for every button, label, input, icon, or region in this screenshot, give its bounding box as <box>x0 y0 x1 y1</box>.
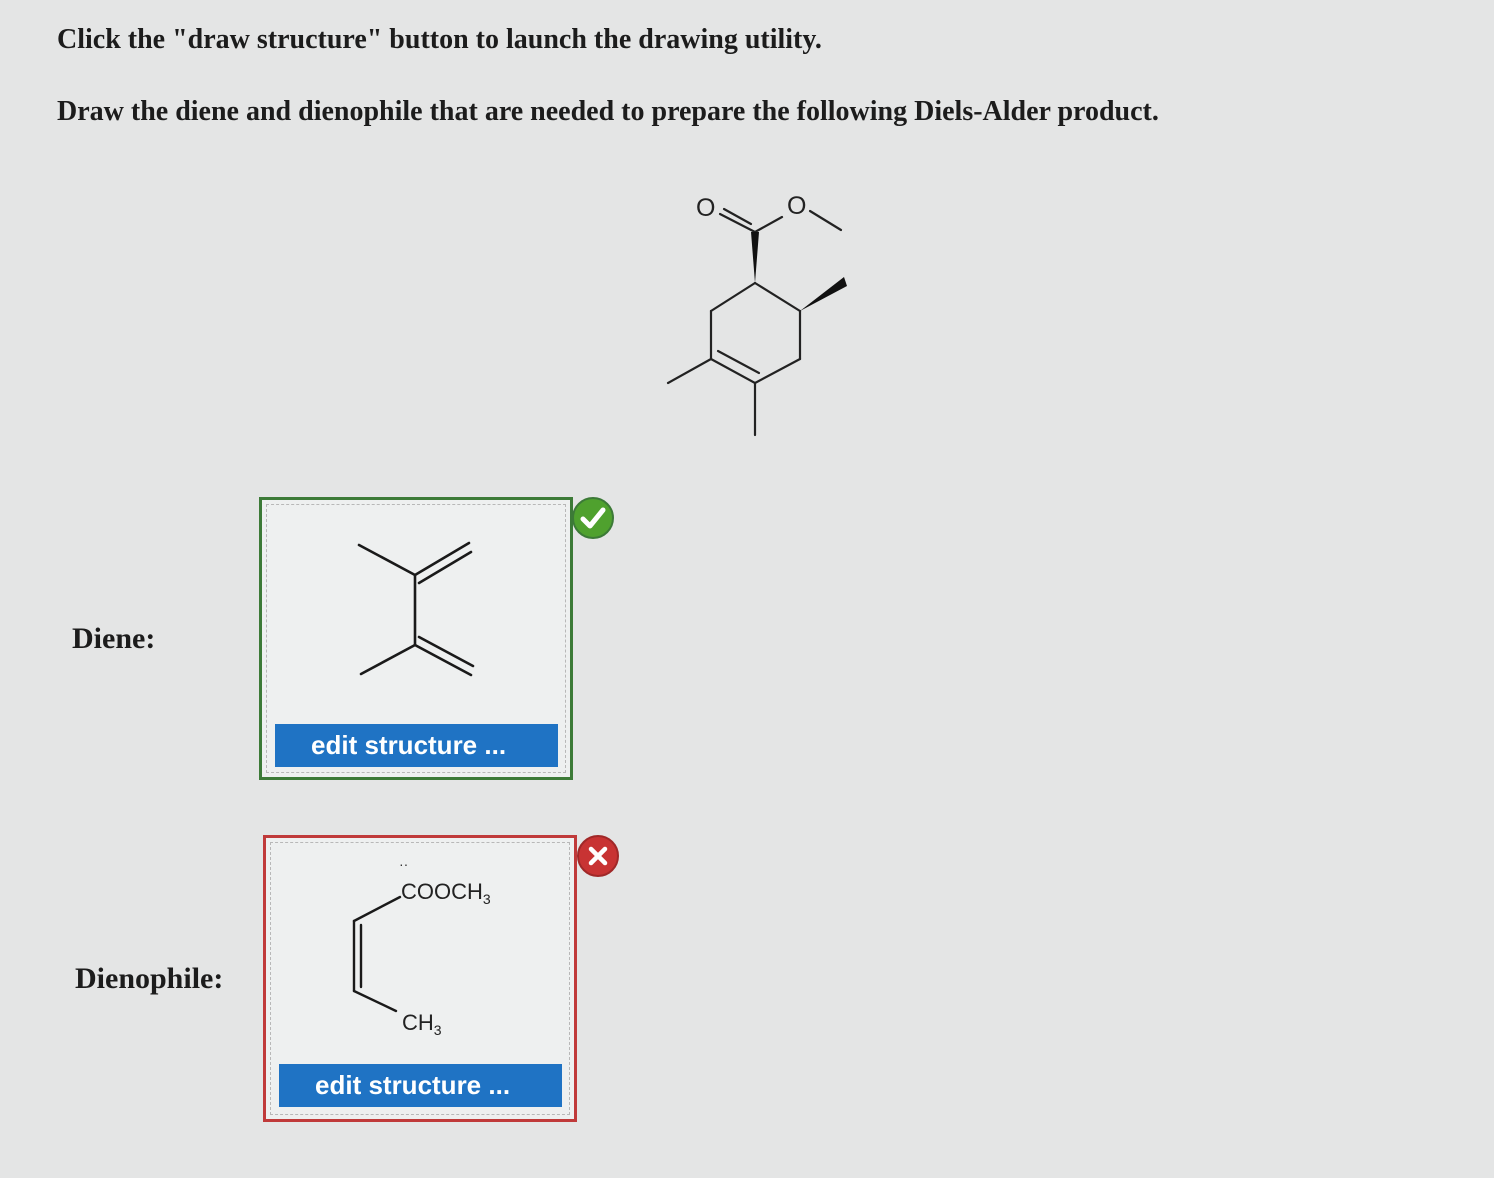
wedge-bond <box>800 277 847 311</box>
dienophile-label: Dienophile: <box>75 962 224 995</box>
methyl-bond <box>357 543 417 577</box>
ester-group-label: COOCH3 <box>401 879 491 907</box>
carbonyl-substituent-bond <box>352 895 402 923</box>
methyl-bond <box>352 989 398 1013</box>
diene-label: Diene: <box>72 622 156 655</box>
x-icon <box>577 835 619 877</box>
instruction-question: Draw the diene and dienophile that are n… <box>57 96 1159 127</box>
dienophile-edit-structure-button[interactable]: edit structure ... <box>279 1064 562 1107</box>
diene-edit-structure-button[interactable]: edit structure ... <box>275 724 558 767</box>
carbonyl-double-bond <box>722 207 753 226</box>
ring-bond <box>709 281 757 313</box>
diene-structure <box>357 541 475 677</box>
ring-bond <box>753 357 802 385</box>
methyl-group-label: CH3 <box>402 1010 442 1038</box>
methoxy-bond <box>808 209 843 232</box>
wedge-bond <box>751 232 759 283</box>
diels-alder-product-structure: O O <box>666 192 847 437</box>
lone-pair-dots: ·· <box>399 856 408 872</box>
carbonyl-oxygen-label: O <box>696 194 715 222</box>
ester-oxygen-label: O <box>787 192 806 220</box>
ring-double-bond <box>716 349 761 375</box>
methyl-bond <box>666 357 713 385</box>
ring-bond <box>753 281 802 313</box>
ester-bond <box>753 215 784 234</box>
methyl-bond <box>359 643 417 676</box>
instruction-launch-utility: Click the "draw structure" button to lau… <box>57 24 822 55</box>
dienophile-structure: ·· COOCH3 CH3 <box>352 856 491 1038</box>
check-icon <box>572 497 614 539</box>
ring-bond <box>709 357 757 385</box>
